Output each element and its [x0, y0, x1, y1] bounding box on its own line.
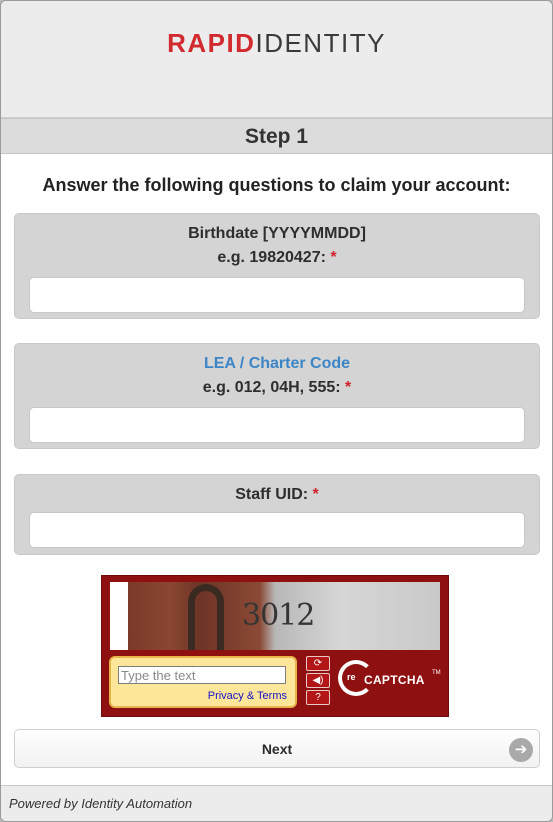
lea-code-field-group: LEA / Charter Code e.g. 012, 04H, 555: * — [14, 343, 540, 449]
captcha-image-text: 3012 — [242, 598, 315, 633]
lea-code-hint: e.g. 012, 04H, 555: * — [15, 376, 539, 400]
birthdate-hint-text: e.g. 19820427: — [217, 249, 326, 266]
logo-rapid: RAPID — [167, 28, 256, 58]
refresh-icon[interactable]: ⟳ — [306, 656, 330, 671]
recaptcha-widget: 3012 Privacy & Terms ⟳ ◀) ? re CAPTCHA T… — [101, 575, 449, 717]
required-marker: * — [345, 379, 352, 396]
birthdate-input[interactable] — [29, 277, 525, 313]
app-frame: RAPIDIDENTITY Step 1 Answer the followin… — [0, 0, 553, 822]
staff-uid-input[interactable] — [29, 512, 525, 548]
instructions-text: Answer the following questions to claim … — [42, 175, 511, 195]
rapididentity-logo: RAPIDIDENTITY — [1, 28, 552, 59]
lea-code-label-link[interactable]: LEA / Charter Code — [15, 352, 539, 376]
next-button[interactable]: Next ➔ — [14, 729, 540, 768]
header: RAPIDIDENTITY — [1, 1, 552, 118]
help-icon[interactable]: ? — [306, 690, 330, 705]
staff-uid-field-group: Staff UID: * — [14, 474, 540, 555]
captcha-image: 3012 — [110, 582, 440, 650]
birthdate-label: Birthdate [YYYYMMDD] — [188, 225, 366, 242]
recaptcha-logo-tm: TM — [432, 670, 441, 676]
staff-uid-label: Staff UID: * — [15, 483, 539, 507]
captcha-image-arch — [188, 584, 224, 650]
required-marker: * — [330, 249, 337, 266]
recaptcha-logo-re: re — [347, 672, 356, 682]
staff-uid-label-text: Staff UID: — [235, 486, 309, 503]
birthdate-field-group: Birthdate [YYYYMMDD] e.g. 19820427: * — [14, 213, 540, 319]
captcha-response-input[interactable] — [118, 666, 286, 684]
captcha-response-panel: Privacy & Terms — [109, 656, 297, 708]
lea-code-input[interactable] — [29, 407, 525, 443]
next-button-label: Next — [261, 741, 293, 757]
arrow-right-icon: ➔ — [509, 738, 533, 762]
audio-icon[interactable]: ◀) — [306, 673, 330, 688]
step-title: Step 1 — [1, 118, 552, 154]
birthdate-hint: e.g. 19820427: * — [15, 246, 539, 270]
required-marker: * — [312, 486, 319, 503]
privacy-terms-link[interactable]: Privacy & Terms — [208, 690, 287, 702]
footer: Powered by Identity Automation — [1, 785, 552, 821]
recaptcha-logo-text: CAPTCHA — [364, 673, 425, 687]
lea-code-hint-text: e.g. 012, 04H, 555: — [202, 379, 341, 396]
recaptcha-logo: re CAPTCHA TM — [338, 660, 441, 704]
powered-by-text: Powered by Identity Automation — [9, 796, 193, 811]
logo-identity: IDENTITY — [255, 28, 386, 58]
